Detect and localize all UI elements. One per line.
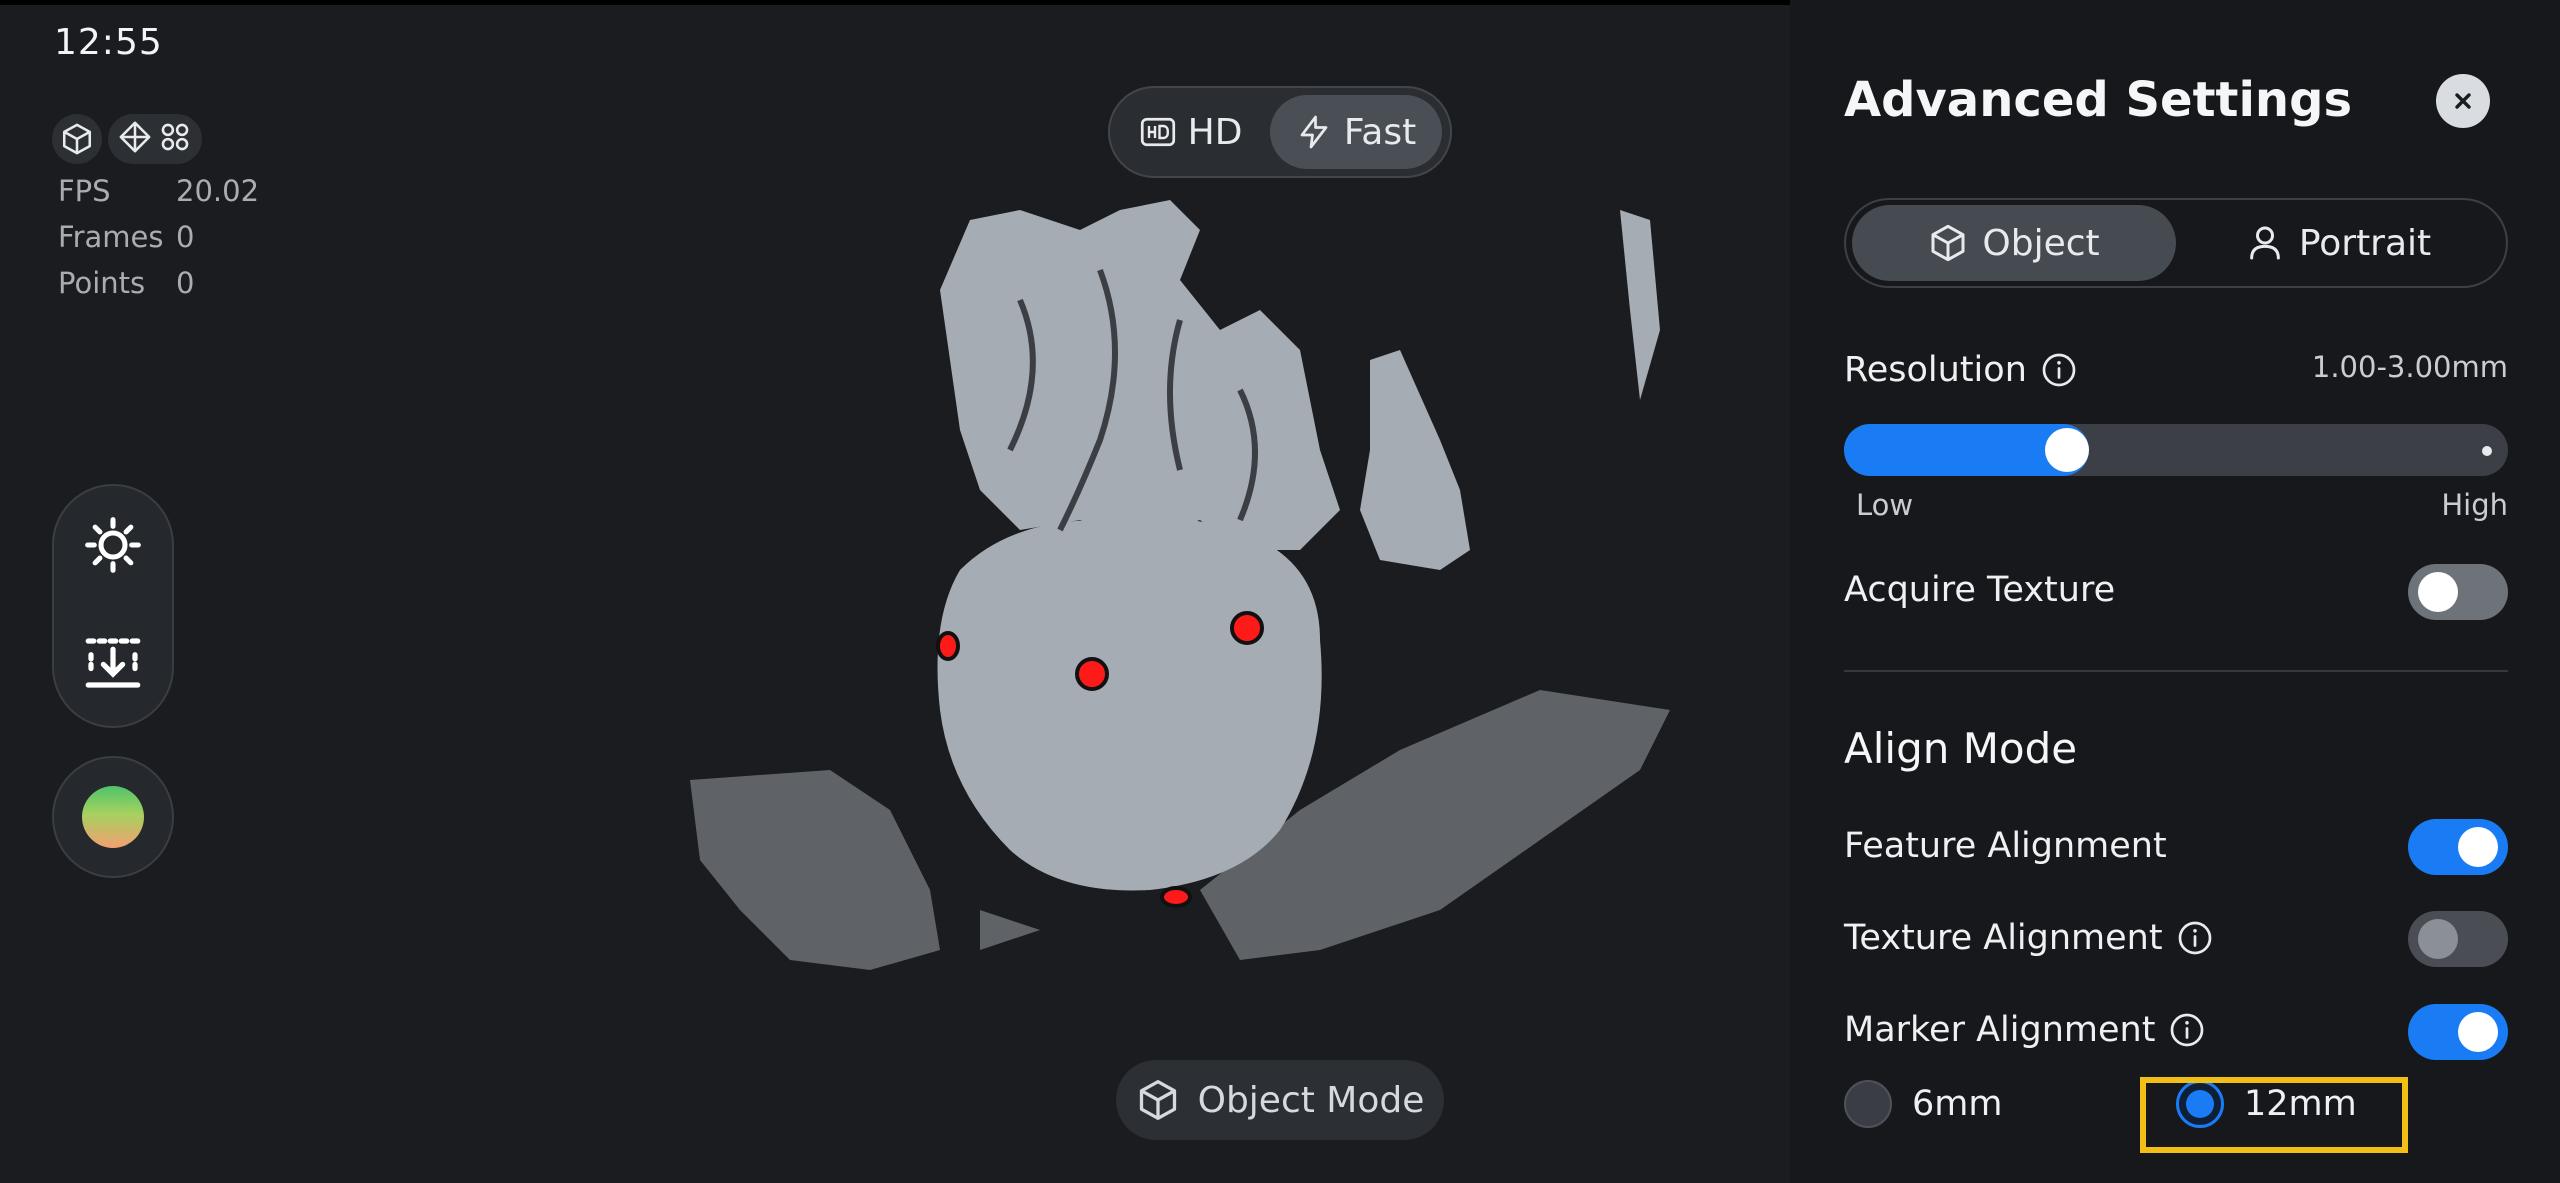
fast-option[interactable]: Fast	[1270, 95, 1442, 169]
advanced-settings-panel: Advanced Settings Object Portrait Resolu…	[1790, 0, 2560, 1183]
radio-button[interactable]	[1844, 1080, 1892, 1128]
slider-low-label: Low	[1856, 488, 1914, 522]
stat-value: 0	[176, 266, 195, 300]
brightness-button[interactable]	[54, 486, 172, 604]
lightning-icon	[1300, 115, 1328, 149]
cube-icon	[1931, 224, 1965, 262]
scan-preview	[690, 200, 1670, 970]
align-mode-title: Align Mode	[1844, 724, 2078, 773]
marker-alignment-label: Marker Alignment	[1844, 1010, 2156, 1050]
view-switcher	[52, 114, 202, 164]
object-mode-button[interactable]: Object Mode	[1116, 1060, 1444, 1140]
selection-highlight	[2140, 1077, 2408, 1153]
stat-points: Points 0	[58, 260, 259, 306]
hd-option[interactable]: HD	[1118, 95, 1264, 169]
diamond-view-icon	[119, 121, 151, 153]
stat-value: 20.02	[176, 174, 260, 208]
person-icon	[2249, 226, 2280, 260]
grid-dots-button[interactable]	[158, 120, 192, 158]
tab-object-label: Object	[1982, 222, 2100, 264]
info-icon[interactable]	[2177, 920, 2213, 956]
acquire-texture-row: Acquire Texture	[1844, 570, 2115, 610]
feature-alignment-row: Feature Alignment	[1844, 826, 2167, 866]
stat-frames: Frames 0	[58, 214, 259, 260]
resolution-label: Resolution	[1844, 350, 2027, 390]
marker-alignment-toggle[interactable]	[2408, 1004, 2508, 1060]
slider-high-label: High	[2441, 488, 2508, 522]
acquire-texture-label: Acquire Texture	[1844, 570, 2116, 610]
diamond-view-button[interactable]	[118, 120, 152, 158]
resolution-row: Resolution	[1844, 350, 2077, 390]
scan-distance-button[interactable]	[54, 604, 172, 722]
stat-label: Points	[58, 266, 146, 300]
marker-alignment-row: Marker Alignment	[1844, 1010, 2205, 1050]
texture-alignment-row: Texture Alignment	[1844, 918, 2213, 958]
cube-view-button[interactable]	[52, 114, 102, 164]
scan-stats: FPS 20.02 Frames 0 Points 0	[58, 168, 259, 306]
cube-icon	[1139, 1080, 1176, 1120]
slider-end-dot	[2482, 446, 2492, 456]
tab-object[interactable]: Object	[1852, 205, 2176, 281]
panel-title: Advanced Settings	[1844, 72, 2353, 128]
texture-alignment-label: Texture Alignment	[1844, 918, 2163, 958]
scan-tools	[52, 484, 174, 728]
toggle-thumb	[2458, 1012, 2498, 1052]
stat-label: FPS	[58, 174, 111, 208]
slider-handle[interactable]	[2045, 428, 2089, 472]
toggle-thumb	[2418, 572, 2458, 612]
resolution-range: 1.00-3.00mm	[2311, 350, 2508, 384]
object-mode-label: Object Mode	[1197, 1079, 1425, 1121]
texture-alignment-toggle[interactable]	[2408, 911, 2508, 967]
color-mode-button[interactable]	[52, 756, 174, 878]
feature-alignment-label: Feature Alignment	[1844, 826, 2167, 866]
fast-label: Fast	[1343, 111, 1417, 153]
target-type-selector: Object Portrait	[1844, 198, 2508, 288]
stat-label: Frames	[58, 220, 164, 254]
info-icon[interactable]	[2041, 352, 2077, 388]
hd-icon	[1140, 117, 1175, 147]
grid-dots-icon	[161, 123, 189, 151]
toggle-thumb	[2458, 827, 2498, 867]
scan-distance-icon	[85, 638, 141, 688]
quality-toggle: HD Fast	[1108, 86, 1452, 178]
tab-portrait-label: Portrait	[2298, 222, 2432, 264]
status-clock: 12:55	[54, 22, 163, 63]
radio-label: 6mm	[1912, 1084, 2003, 1124]
marker-size-6mm[interactable]: 6mm	[1844, 1080, 2002, 1128]
tab-portrait[interactable]: Portrait	[2176, 205, 2500, 281]
feature-alignment-toggle[interactable]	[2408, 819, 2508, 875]
view-mode-pair	[108, 114, 202, 164]
info-icon[interactable]	[2169, 1012, 2205, 1048]
toggle-thumb	[2418, 919, 2458, 959]
color-ball-icon	[82, 786, 144, 848]
acquire-texture-toggle[interactable]	[2408, 564, 2508, 620]
hd-label: HD	[1187, 111, 1243, 153]
brightness-icon	[85, 517, 141, 573]
stat-fps: FPS 20.02	[58, 168, 259, 214]
section-divider	[1844, 670, 2508, 672]
resolution-slider[interactable]	[1844, 424, 2508, 476]
close-icon	[2455, 93, 2471, 109]
stat-value: 0	[176, 220, 195, 254]
cube-view-icon	[62, 123, 92, 155]
close-button[interactable]	[2436, 74, 2490, 128]
